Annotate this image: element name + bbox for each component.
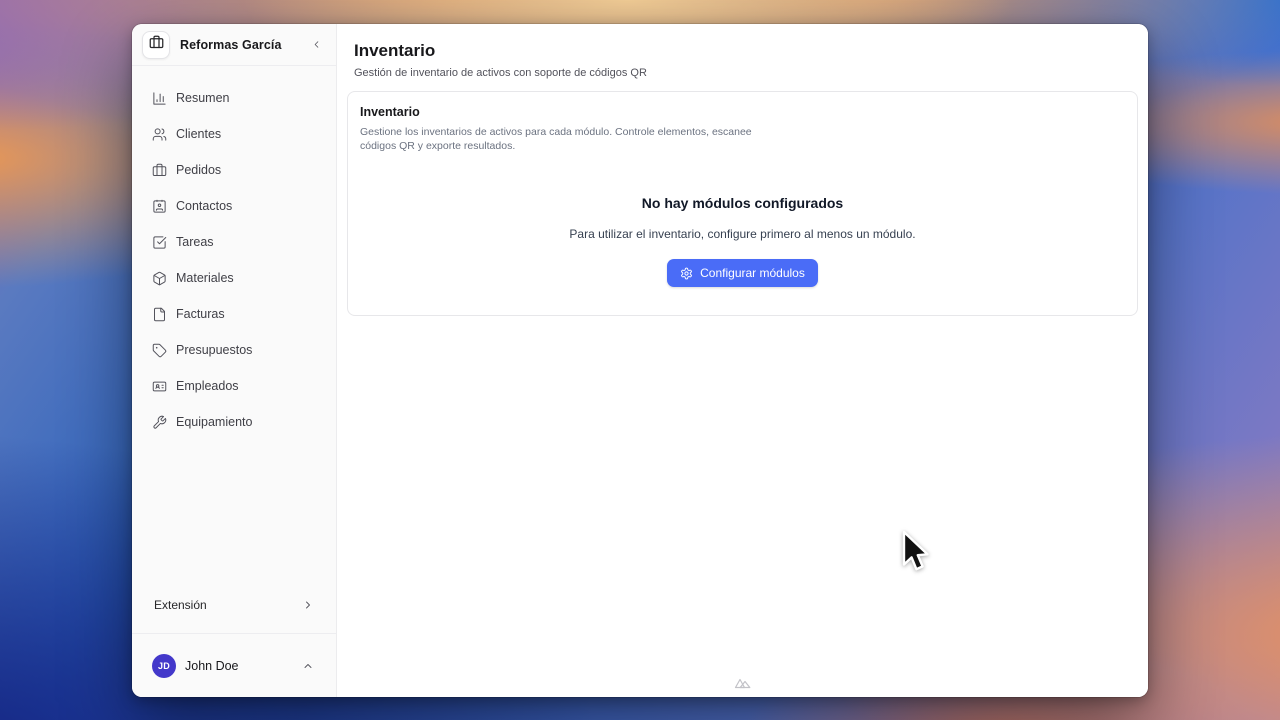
avatar: JD (152, 654, 176, 678)
sidebar-item-presupuestos[interactable]: Presupuestos (144, 334, 324, 366)
sidebar-item-label: Contactos (176, 199, 232, 213)
sidebar-collapse-button[interactable] (306, 35, 326, 55)
configure-modules-button[interactable]: Configurar módulos (667, 259, 818, 287)
sidebar: Reformas García Resumen Clientes (132, 24, 337, 697)
sidebar-item-empleados[interactable]: Empleados (144, 370, 324, 402)
empty-state-subtitle: Para utilizar el inventario, configure p… (360, 227, 1125, 241)
sidebar-header: Reformas García (132, 24, 336, 66)
sidebar-item-label: Empleados (176, 379, 239, 393)
extension-label: Extensión (154, 598, 207, 612)
sidebar-item-materiales[interactable]: Materiales (144, 262, 324, 294)
mountains-watermark-icon (734, 677, 752, 695)
card-description: Gestione los inventarios de activos para… (360, 125, 760, 153)
briefcase-icon (149, 35, 164, 55)
inventory-card-body: Inventario Gestione los inventarios de a… (348, 92, 1137, 315)
chart-column-icon (152, 91, 167, 106)
chevron-up-icon (302, 660, 314, 672)
page-title: Inventario (354, 40, 1131, 62)
sidebar-item-label: Resumen (176, 91, 230, 105)
sidebar-item-facturas[interactable]: Facturas (144, 298, 324, 330)
chevron-left-icon (311, 39, 322, 50)
button-label: Configurar módulos (700, 266, 805, 280)
company-logo (142, 31, 170, 59)
file-icon (152, 307, 167, 322)
inventory-card: Inventario Gestione los inventarios de a… (347, 91, 1138, 316)
empty-state: No hay módulos configurados Para utiliza… (360, 153, 1125, 315)
empty-state-title: No hay módulos configurados (360, 195, 1125, 211)
page-header: Inventario Gestión de inventario de acti… (354, 40, 1131, 79)
contact-card-icon (152, 199, 167, 214)
user-menu-button[interactable]: JD John Doe (144, 648, 324, 684)
sidebar-nav: Resumen Clientes Pedidos Contactos (132, 66, 336, 591)
sidebar-footer: JD John Doe (132, 633, 336, 697)
chevron-right-icon (302, 599, 314, 611)
sidebar-item-extension[interactable]: Extensión (144, 591, 324, 619)
sidebar-item-label: Clientes (176, 127, 221, 141)
square-check-icon (152, 235, 167, 250)
sidebar-item-clientes[interactable]: Clientes (144, 118, 324, 150)
wrench-icon (152, 415, 167, 430)
users-icon (152, 127, 167, 142)
card-title: Inventario (360, 105, 1125, 119)
briefcase-icon (152, 163, 167, 178)
main-content: Inventario Gestión de inventario de acti… (337, 24, 1148, 697)
page-subtitle: Gestión de inventario de activos con sop… (354, 67, 1131, 79)
company-name: Reformas García (180, 38, 282, 52)
gear-icon (680, 267, 693, 280)
sidebar-item-label: Tareas (176, 235, 214, 249)
sidebar-item-pedidos[interactable]: Pedidos (144, 154, 324, 186)
sidebar-item-contactos[interactable]: Contactos (144, 190, 324, 222)
package-icon (152, 271, 167, 286)
app-window: Reformas García Resumen Clientes (132, 24, 1148, 697)
sidebar-item-label: Materiales (176, 271, 234, 285)
sidebar-item-resumen[interactable]: Resumen (144, 82, 324, 114)
tag-icon (152, 343, 167, 358)
user-name: John Doe (185, 659, 239, 673)
sidebar-item-label: Equipamiento (176, 415, 252, 429)
sidebar-item-label: Presupuestos (176, 343, 252, 357)
sidebar-item-label: Facturas (176, 307, 225, 321)
sidebar-item-equipamiento[interactable]: Equipamiento (144, 406, 324, 438)
id-card-icon (152, 379, 167, 394)
sidebar-item-tareas[interactable]: Tareas (144, 226, 324, 258)
sidebar-item-label: Pedidos (176, 163, 221, 177)
